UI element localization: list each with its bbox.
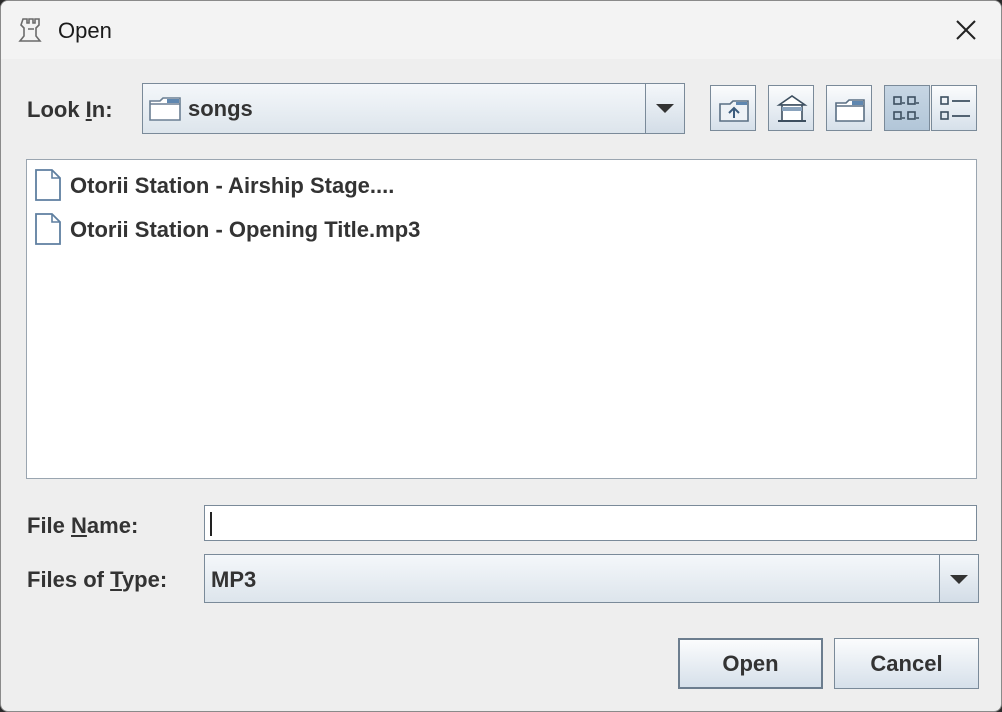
file-name-label: File Name: — [27, 513, 139, 538]
look-in-value: songs — [188, 96, 253, 121]
files-of-type-dropdown-button[interactable] — [939, 555, 978, 602]
new-folder-button[interactable] — [826, 85, 872, 131]
files-of-type-value: MP3 — [211, 567, 257, 592]
details-view-button[interactable] — [931, 85, 977, 131]
text-caret — [210, 512, 212, 536]
java-app-icon — [18, 18, 42, 42]
chevron-down-icon — [950, 575, 968, 584]
new-folder-icon — [835, 99, 865, 122]
open-dialog: Open Look In: songs Otorii Station - Air… — [0, 0, 1002, 712]
window-title: Open — [58, 18, 112, 43]
file-icon — [35, 213, 61, 245]
folder-icon — [149, 97, 181, 121]
file-icon — [35, 169, 61, 201]
home-icon — [776, 95, 808, 122]
title-bar[interactable]: Open — [1, 1, 1001, 59]
up-one-level-button[interactable] — [710, 85, 756, 131]
details-view-icon — [940, 96, 970, 120]
look-in-combo[interactable]: songs — [142, 83, 685, 134]
files-of-type-combo[interactable]: MP3 — [204, 554, 979, 603]
close-icon[interactable] — [949, 13, 983, 47]
list-view-icon — [893, 96, 919, 120]
list-view-button[interactable] — [884, 85, 930, 131]
file-name: Otorii Station - Airship Stage.... — [70, 173, 395, 198]
chevron-down-icon — [656, 104, 674, 113]
file-name-input[interactable] — [204, 505, 977, 541]
files-of-type-label: Files of Type: — [27, 567, 168, 592]
file-list[interactable]: Otorii Station - Airship Stage.... Otori… — [26, 159, 977, 479]
file-name: Otorii Station - Opening Title.mp3 — [70, 217, 421, 242]
cancel-button[interactable]: Cancel — [834, 638, 979, 689]
look-in-label: Look In: — [27, 97, 113, 122]
open-button[interactable]: Open — [678, 638, 823, 689]
look-in-dropdown-button[interactable] — [645, 84, 684, 133]
up-folder-icon — [719, 100, 749, 122]
home-button[interactable] — [768, 85, 814, 131]
